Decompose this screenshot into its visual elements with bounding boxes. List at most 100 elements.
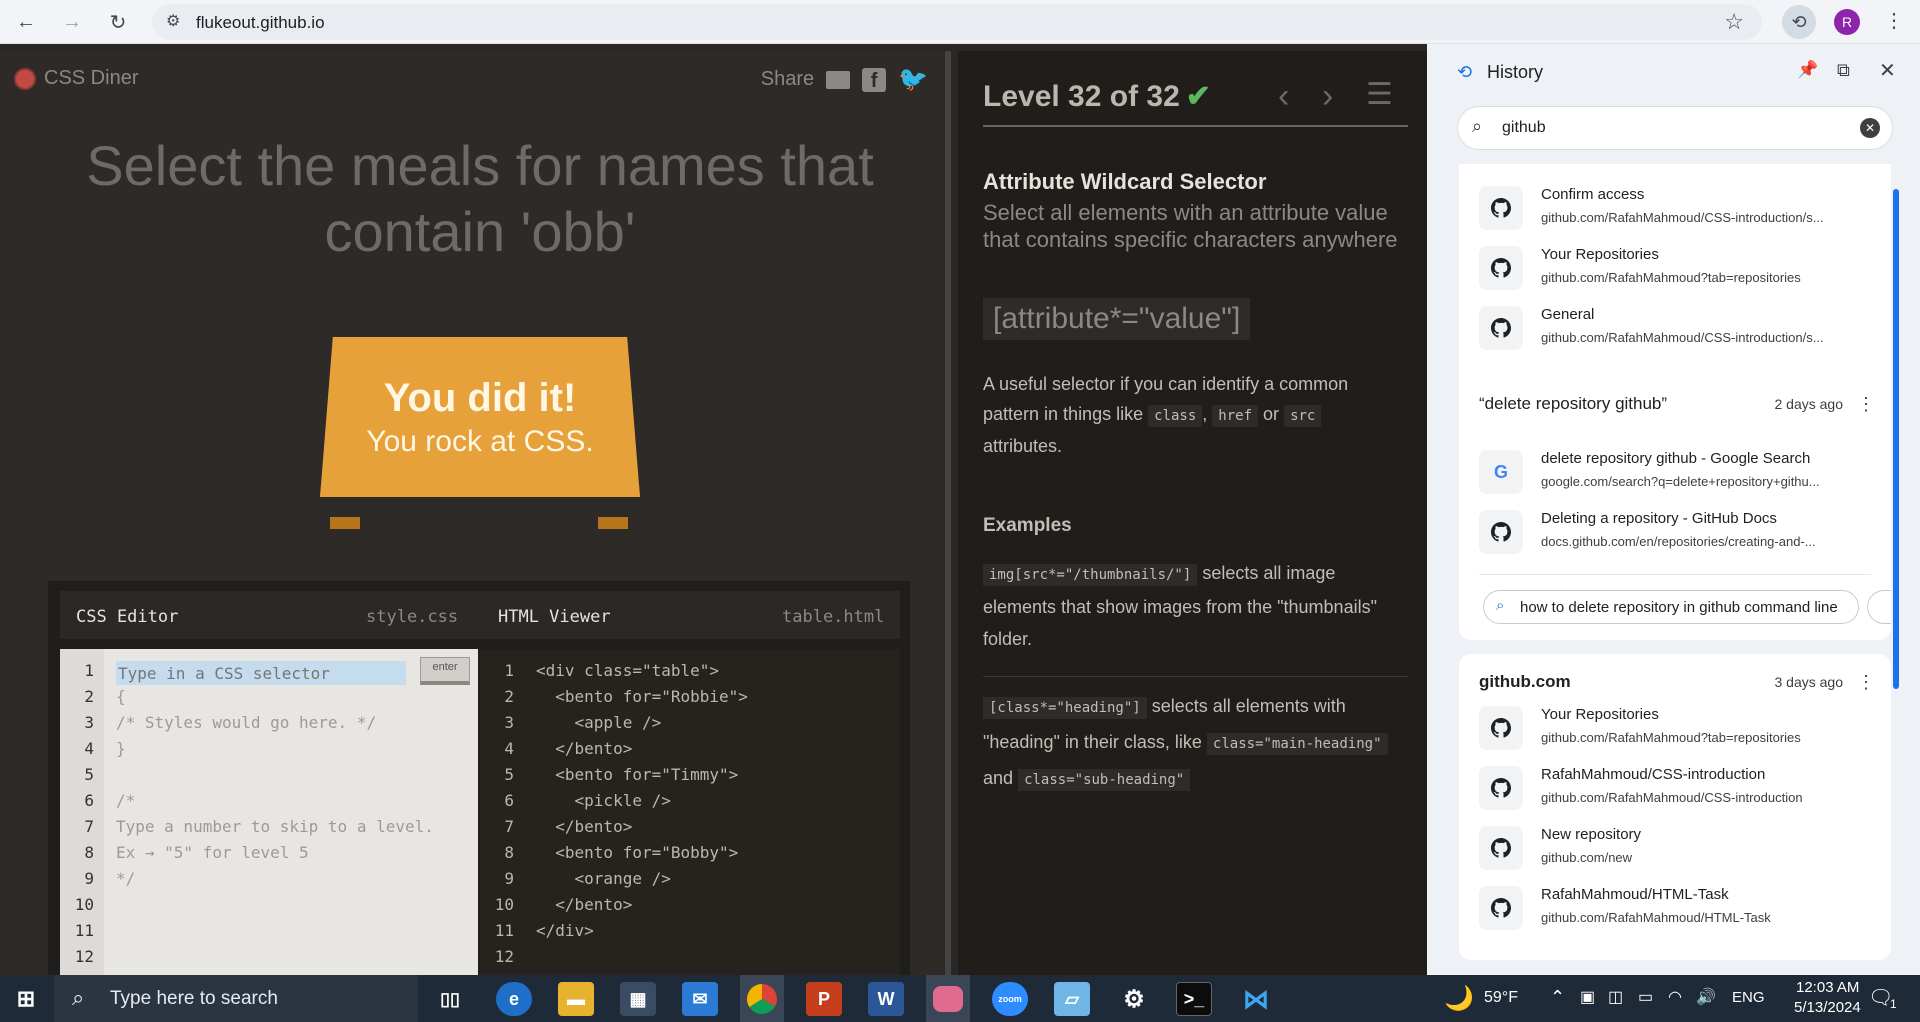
history-entry[interactable]: Confirm access github.com/RafahMahmoud/CS…	[1459, 180, 1891, 238]
line-number: 3	[84, 713, 94, 732]
settings-gear-icon[interactable]: ⚙	[1116, 982, 1152, 1016]
history-entry[interactable]: Deleting a repository - GitHub Docs docs.…	[1459, 504, 1891, 562]
example-2: [class*="heading"] selects all elements …	[983, 689, 1403, 797]
code-line: <apple />	[536, 713, 662, 732]
history-search[interactable]: ⌕ ✕	[1457, 106, 1893, 150]
game-area: CSS Diner Share f 🐦 Select the meals for…	[0, 51, 948, 975]
hint-text: or	[1263, 404, 1280, 424]
github-icon	[1479, 706, 1523, 750]
browser-toolbar: ← → ↻ ⚙ flukeout.github.io ☆ ⟲ R ⋮	[0, 0, 1920, 44]
forward-icon[interactable]: →	[58, 8, 86, 36]
input-language[interactable]: ENG	[1732, 989, 1765, 1006]
history-entry[interactable]: New repository github.com/new	[1459, 820, 1891, 878]
chrome-taskbar-button[interactable]	[740, 975, 784, 1022]
css-editor[interactable]: 123456789101112 enter {/* Styles would g…	[60, 649, 478, 975]
mail-icon[interactable]: ✉	[682, 982, 718, 1016]
entry-title: New repository	[1541, 826, 1642, 843]
discord-taskbar-button[interactable]	[926, 975, 970, 1022]
menu-dots-icon[interactable]: ⋮	[1884, 8, 1904, 33]
code-line: <div class="table">	[536, 661, 720, 680]
divider	[983, 676, 1408, 677]
history-icon[interactable]: ⟲	[1782, 5, 1816, 39]
microsoft-store-icon[interactable]: ▦	[620, 982, 656, 1016]
temperature[interactable]: 59°F	[1484, 989, 1518, 1007]
code-line: </bento>	[536, 817, 633, 836]
brand-name: CSS Diner	[44, 67, 139, 89]
site-info-icon[interactable]: ⚙	[166, 11, 180, 31]
history-entry[interactable]: Your Repositories github.com/RafahMahmoud…	[1459, 700, 1891, 758]
show-hidden-icons-icon[interactable]: ⌃	[1550, 987, 1565, 1008]
clock-date[interactable]: 5/13/2024	[1794, 999, 1861, 1016]
selector-title: Select all elements with an attribute va…	[983, 200, 1398, 252]
editor-header: CSS Editor style.css HTML Viewer table.h…	[60, 591, 900, 639]
code-line: <orange />	[536, 869, 671, 888]
selector-name: Attribute Wildcard Selector	[983, 169, 1267, 194]
line-number: 6	[84, 791, 94, 810]
history-entry[interactable]: General github.com/RafahMahmoud/CSS-intro…	[1459, 300, 1891, 358]
next-level-icon[interactable]: ›	[1322, 77, 1333, 116]
level-label: Level 32 of 32	[983, 80, 1180, 113]
css-selector-input[interactable]	[116, 661, 406, 685]
bookmark-star-icon[interactable]: ☆	[1724, 9, 1744, 35]
pane-divider[interactable]	[945, 51, 951, 975]
history-entry[interactable]: RafahMahmoud/CSS-introduction github.com/…	[1459, 760, 1891, 818]
file-explorer-icon[interactable]: ▬	[558, 982, 594, 1016]
task-view-icon[interactable]: ▯▯	[432, 982, 468, 1016]
more-options-icon[interactable]: ⋮	[1857, 672, 1875, 693]
email-icon[interactable]	[826, 70, 851, 89]
line-number: 4	[84, 739, 94, 758]
entry-url: github.com/RafahMahmoud/CSS-introduction…	[1541, 210, 1824, 225]
related-search-chip[interactable]: ⌕ how to delete repository in github com…	[1483, 590, 1859, 624]
history-search-input[interactable]	[1502, 117, 1842, 139]
battery-icon[interactable]: ▭	[1638, 987, 1653, 1007]
notepad-icon[interactable]: ▱	[1054, 982, 1090, 1016]
html-viewer-title: HTML Viewer	[498, 607, 611, 627]
discord-icon	[933, 985, 963, 1012]
terminal-icon[interactable]: >_	[1176, 982, 1212, 1016]
clock-time[interactable]: 12:03 AM	[1796, 979, 1859, 996]
profile-avatar[interactable]: R	[1834, 9, 1860, 35]
volume-icon[interactable]: 🔊	[1696, 987, 1716, 1007]
more-options-icon[interactable]: ⋮	[1857, 394, 1875, 415]
notification-count: 1	[1890, 997, 1897, 1011]
level-indicator: Level 32 of 32 ✔	[983, 79, 1211, 114]
meet-now-icon[interactable]: ▣	[1580, 987, 1595, 1007]
vscode-icon[interactable]: ⋈	[1238, 982, 1274, 1016]
scrollbar[interactable]	[1893, 189, 1899, 689]
html-viewer[interactable]: 1 2 3 4 5 6 7 8 9 10 11 12 <div class="table"> <ben…	[480, 649, 900, 975]
word-icon[interactable]: W	[868, 982, 904, 1016]
zoom-icon[interactable]: zoom	[992, 982, 1028, 1016]
history-entry[interactable]: RafahMahmoud/HTML-Task github.com/RafahMa…	[1459, 880, 1891, 938]
github-icon	[1479, 306, 1523, 350]
example-code: [class*="heading"]	[983, 697, 1147, 719]
edge-icon[interactable]: e	[496, 982, 532, 1016]
twitter-icon[interactable]: 🐦	[898, 65, 928, 94]
taskbar-search-placeholder: Type here to search	[110, 988, 278, 1009]
weather-icon[interactable]: 🌙	[1444, 984, 1474, 1013]
camera-icon[interactable]: ◫	[1608, 987, 1623, 1007]
open-new-tab-icon[interactable]: ⧉	[1837, 60, 1850, 81]
group-title: github.com	[1479, 672, 1571, 691]
back-icon[interactable]: ←	[12, 8, 40, 36]
line-number: 7	[504, 817, 514, 836]
share-bar: Share f 🐦	[761, 65, 928, 94]
taskbar-search[interactable]: ⌕ Type here to search	[54, 975, 418, 1022]
level-menu-icon[interactable]: ☰	[1366, 77, 1393, 112]
previous-level-icon[interactable]: ‹	[1278, 77, 1289, 116]
powerpoint-icon[interactable]: P	[806, 982, 842, 1016]
address-bar[interactable]: ⚙ flukeout.github.io ☆	[152, 4, 1762, 40]
history-entry[interactable]: Your Repositories github.com/RafahMahmoud…	[1459, 240, 1891, 298]
close-panel-icon[interactable]: ✕	[1879, 58, 1896, 83]
table: You did it! You rock at CSS.	[300, 337, 660, 567]
facebook-icon[interactable]: f	[862, 67, 887, 92]
windows-start-icon[interactable]: ⊞	[8, 982, 44, 1016]
enter-button[interactable]: enter	[420, 657, 470, 685]
related-search-chip-next[interactable]	[1867, 590, 1891, 624]
history-entry[interactable]: Gdelete repository github - Google Searc…	[1459, 444, 1891, 502]
pin-icon[interactable]: 📌	[1797, 60, 1818, 80]
entry-url: github.com/RafahMahmoud?tab=repositories	[1541, 730, 1801, 745]
clear-search-icon[interactable]: ✕	[1860, 118, 1880, 138]
reload-icon[interactable]: ↻	[104, 8, 132, 36]
wifi-icon[interactable]: ◠	[1668, 987, 1682, 1007]
brand[interactable]: CSS Diner	[14, 67, 138, 90]
